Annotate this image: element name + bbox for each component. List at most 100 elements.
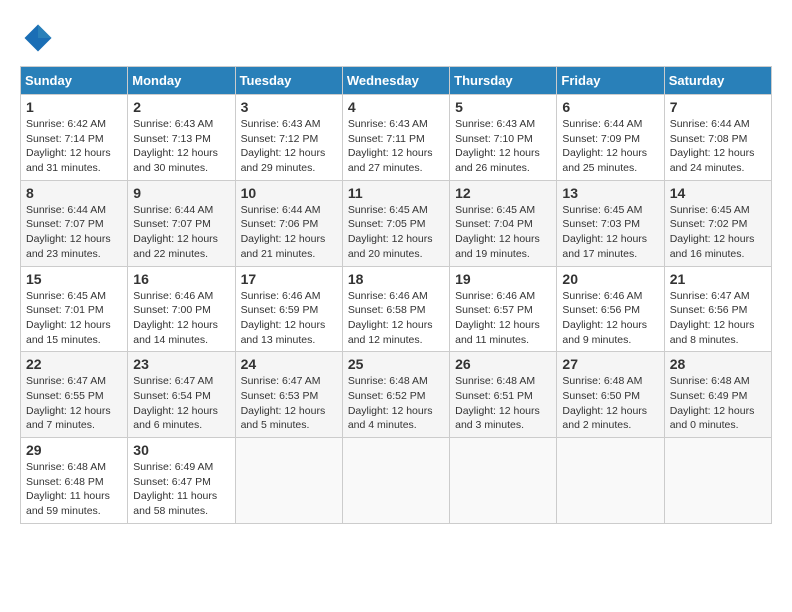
day-cell-13: 13 Sunrise: 6:45 AM Sunset: 7:03 PM Dayli… [557,180,664,266]
day-info: Sunrise: 6:45 AM Sunset: 7:02 PM Dayligh… [670,203,766,262]
day-info: Sunrise: 6:47 AM Sunset: 6:54 PM Dayligh… [133,374,229,433]
day-number: 7 [670,99,766,115]
day-info: Sunrise: 6:42 AM Sunset: 7:14 PM Dayligh… [26,117,122,176]
day-info: Sunrise: 6:43 AM Sunset: 7:10 PM Dayligh… [455,117,551,176]
day-number: 11 [348,185,444,201]
day-cell-11: 11Sunrise: 6:45 AM Sunset: 7:05 PM Dayli… [342,180,449,266]
day-info: Sunrise: 6:43 AM Sunset: 7:12 PM Dayligh… [241,117,337,176]
day-number: 9 [133,185,229,201]
day-cell-10: 10Sunrise: 6:44 AM Sunset: 7:06 PM Dayli… [235,180,342,266]
day-header-monday: Monday [128,67,235,95]
day-cell-30: 30 Sunrise: 6:49 AM Sunset: 6:47 PM Dayli… [128,438,235,524]
day-header-friday: Friday [557,67,664,95]
logo [20,20,60,56]
day-number: 13 [562,185,658,201]
empty-cell [664,438,771,524]
empty-cell [342,438,449,524]
day-number: 14 [670,185,766,201]
empty-cell [450,438,557,524]
day-header-sunday: Sunday [21,67,128,95]
day-number: 23 [133,356,229,372]
day-number: 6 [562,99,658,115]
day-info: Sunrise: 6:44 AM Sunset: 7:09 PM Dayligh… [562,117,658,176]
day-info: Sunrise: 6:45 AM Sunset: 7:04 PM Dayligh… [455,203,551,262]
day-number: 18 [348,271,444,287]
day-info: Sunrise: 6:48 AM Sunset: 6:48 PM Dayligh… [26,460,122,519]
day-cell-26: 26Sunrise: 6:48 AM Sunset: 6:51 PM Dayli… [450,352,557,438]
calendar-header: SundayMondayTuesdayWednesdayThursdayFrid… [21,67,772,95]
day-header-thursday: Thursday [450,67,557,95]
day-info: Sunrise: 6:44 AM Sunset: 7:07 PM Dayligh… [133,203,229,262]
day-number: 8 [26,185,122,201]
day-info: Sunrise: 6:45 AM Sunset: 7:01 PM Dayligh… [26,289,122,348]
day-number: 29 [26,442,122,458]
day-number: 1 [26,99,122,115]
day-cell-16: 16 Sunrise: 6:46 AM Sunset: 7:00 PM Dayli… [128,266,235,352]
day-cell-12: 12 Sunrise: 6:45 AM Sunset: 7:04 PM Dayli… [450,180,557,266]
day-info: Sunrise: 6:46 AM Sunset: 6:59 PM Dayligh… [241,289,337,348]
calendar-table: SundayMondayTuesdayWednesdayThursdayFrid… [20,66,772,524]
day-number: 24 [241,356,337,372]
day-number: 12 [455,185,551,201]
day-cell-21: 21 Sunrise: 6:47 AM Sunset: 6:56 PM Dayli… [664,266,771,352]
day-info: Sunrise: 6:48 AM Sunset: 6:52 PM Dayligh… [348,374,444,433]
calendar-body: 1 Sunrise: 6:42 AM Sunset: 7:14 PM Daylig… [21,95,772,524]
day-number: 4 [348,99,444,115]
day-number: 26 [455,356,551,372]
day-number: 10 [241,185,337,201]
day-info: Sunrise: 6:46 AM Sunset: 6:57 PM Dayligh… [455,289,551,348]
day-info: Sunrise: 6:45 AM Sunset: 7:03 PM Dayligh… [562,203,658,262]
day-number: 25 [348,356,444,372]
header-row: SundayMondayTuesdayWednesdayThursdayFrid… [21,67,772,95]
day-number: 30 [133,442,229,458]
day-number: 27 [562,356,658,372]
empty-cell [235,438,342,524]
day-number: 3 [241,99,337,115]
day-cell-29: 29 Sunrise: 6:48 AM Sunset: 6:48 PM Dayli… [21,438,128,524]
day-info: Sunrise: 6:44 AM Sunset: 7:08 PM Dayligh… [670,117,766,176]
day-info: Sunrise: 6:47 AM Sunset: 6:53 PM Dayligh… [241,374,337,433]
day-info: Sunrise: 6:43 AM Sunset: 7:11 PM Dayligh… [348,117,444,176]
day-cell-5: 5 Sunrise: 6:43 AM Sunset: 7:10 PM Daylig… [450,95,557,181]
day-info: Sunrise: 6:46 AM Sunset: 7:00 PM Dayligh… [133,289,229,348]
day-cell-7: 7 Sunrise: 6:44 AM Sunset: 7:08 PM Daylig… [664,95,771,181]
day-header-tuesday: Tuesday [235,67,342,95]
calendar-week-3: 15 Sunrise: 6:45 AM Sunset: 7:01 PM Dayli… [21,266,772,352]
day-cell-17: 17Sunrise: 6:46 AM Sunset: 6:59 PM Dayli… [235,266,342,352]
calendar-week-2: 8 Sunrise: 6:44 AM Sunset: 7:07 PM Daylig… [21,180,772,266]
day-cell-18: 18 Sunrise: 6:46 AM Sunset: 6:58 PM Dayli… [342,266,449,352]
day-cell-23: 23 Sunrise: 6:47 AM Sunset: 6:54 PM Dayli… [128,352,235,438]
day-info: Sunrise: 6:48 AM Sunset: 6:50 PM Dayligh… [562,374,658,433]
day-info: Sunrise: 6:47 AM Sunset: 6:55 PM Dayligh… [26,374,122,433]
day-number: 16 [133,271,229,287]
day-cell-22: 22Sunrise: 6:47 AM Sunset: 6:55 PM Dayli… [21,352,128,438]
day-number: 21 [670,271,766,287]
day-cell-19: 19 Sunrise: 6:46 AM Sunset: 6:57 PM Dayli… [450,266,557,352]
page-header [20,20,772,56]
calendar-week-4: 22Sunrise: 6:47 AM Sunset: 6:55 PM Dayli… [21,352,772,438]
day-number: 5 [455,99,551,115]
empty-cell [557,438,664,524]
day-cell-15: 15 Sunrise: 6:45 AM Sunset: 7:01 PM Dayli… [21,266,128,352]
day-header-wednesday: Wednesday [342,67,449,95]
day-info: Sunrise: 6:46 AM Sunset: 6:58 PM Dayligh… [348,289,444,348]
day-number: 2 [133,99,229,115]
day-info: Sunrise: 6:44 AM Sunset: 7:07 PM Dayligh… [26,203,122,262]
day-info: Sunrise: 6:49 AM Sunset: 6:47 PM Dayligh… [133,460,229,519]
day-cell-3: 3 Sunrise: 6:43 AM Sunset: 7:12 PM Daylig… [235,95,342,181]
day-number: 28 [670,356,766,372]
day-info: Sunrise: 6:48 AM Sunset: 6:49 PM Dayligh… [670,374,766,433]
day-number: 15 [26,271,122,287]
logo-icon [20,20,56,56]
day-header-saturday: Saturday [664,67,771,95]
day-cell-28: 28 Sunrise: 6:48 AM Sunset: 6:49 PM Dayli… [664,352,771,438]
day-info: Sunrise: 6:43 AM Sunset: 7:13 PM Dayligh… [133,117,229,176]
day-cell-6: 6 Sunrise: 6:44 AM Sunset: 7:09 PM Daylig… [557,95,664,181]
day-cell-20: 20Sunrise: 6:46 AM Sunset: 6:56 PM Dayli… [557,266,664,352]
day-cell-25: 25 Sunrise: 6:48 AM Sunset: 6:52 PM Dayli… [342,352,449,438]
day-number: 19 [455,271,551,287]
day-cell-24: 24 Sunrise: 6:47 AM Sunset: 6:53 PM Dayli… [235,352,342,438]
day-info: Sunrise: 6:47 AM Sunset: 6:56 PM Dayligh… [670,289,766,348]
day-cell-27: 27 Sunrise: 6:48 AM Sunset: 6:50 PM Dayli… [557,352,664,438]
day-cell-8: 8 Sunrise: 6:44 AM Sunset: 7:07 PM Daylig… [21,180,128,266]
